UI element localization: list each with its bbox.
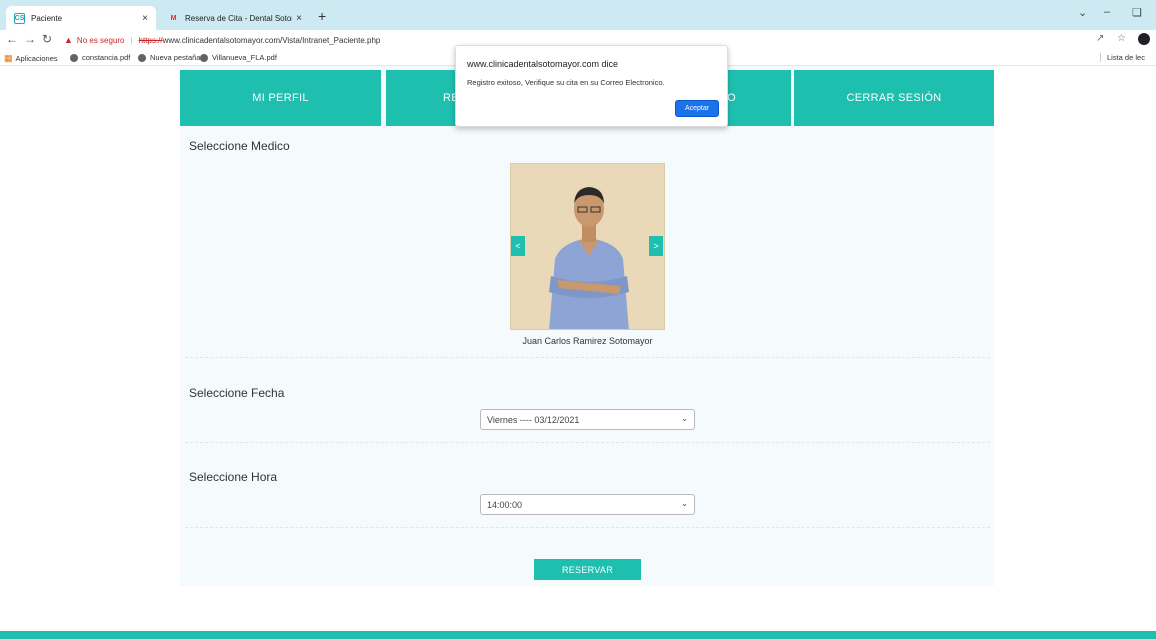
minimize-icon[interactable]: – <box>1104 6 1110 18</box>
separator: | <box>130 35 133 45</box>
security-label[interactable]: No es seguro <box>77 36 125 45</box>
back-icon[interactable]: ← <box>6 32 18 46</box>
time-select-value: 14:00:00 <box>487 499 523 510</box>
cs-favicon-icon: CS <box>14 12 25 24</box>
bookmark-label: Nueva pestaña <box>150 53 201 62</box>
bookmark-villanueva[interactable]: Villanueva_FLA.pdf <box>200 53 277 62</box>
time-select[interactable]: 14:00:00 ⌄ <box>480 494 695 515</box>
divider <box>185 357 990 358</box>
globe-icon <box>138 53 146 62</box>
date-select[interactable]: Viernes ---- 03/12/2021 ⌄ <box>480 409 695 430</box>
alert-message: Registro exitoso, Verifique su cita en s… <box>467 78 665 87</box>
date-select-value: Viernes ---- 03/12/2021 <box>487 414 580 425</box>
tab-label: Paciente <box>31 13 63 23</box>
alert-accept-button[interactable]: Aceptar <box>675 100 719 117</box>
alert-dialog: www.clinicadentalsotomayor.com dice Regi… <box>455 45 728 127</box>
carousel-next-button[interactable]: > <box>649 236 663 256</box>
alert-origin: www.clinicadentalsotomayor.com dice <box>467 59 619 69</box>
share-icon[interactable]: ↗ <box>1096 33 1104 44</box>
chevron-down-icon: ⌄ <box>681 499 688 508</box>
reload-icon[interactable]: ↻ <box>42 32 52 46</box>
close-tab-icon[interactable]: × <box>138 13 152 24</box>
bookmark-nueva-pestana[interactable]: Nueva pestaña <box>138 53 200 62</box>
section-title-medico: Seleccione Medico <box>189 139 290 153</box>
section-title-fecha: Seleccione Fecha <box>189 386 285 400</box>
reservation-container: MI PERFIL RE CO CERRAR SESIÓN Seleccione… <box>180 66 994 586</box>
globe-icon <box>70 53 78 62</box>
apps-grid-icon: ▦ <box>4 53 13 63</box>
nav-cerrar-sesion[interactable]: CERRAR SESIÓN <box>794 70 994 126</box>
divider <box>185 527 990 528</box>
reserve-button[interactable]: RESERVAR <box>534 559 641 580</box>
reading-list[interactable]: Lista de lec <box>1100 53 1145 62</box>
forward-icon[interactable]: → <box>24 32 36 46</box>
bookmark-label: Aplicaciones <box>15 54 58 63</box>
carousel-prev-button[interactable]: < <box>511 236 525 256</box>
bookmark-star-icon[interactable]: ☆ <box>1117 33 1126 44</box>
footer-bar <box>0 631 1156 639</box>
close-tab-icon[interactable]: × <box>292 13 306 24</box>
bookmark-label: Villanueva_FLA.pdf <box>212 53 277 62</box>
globe-icon <box>200 53 208 62</box>
gmail-icon: M <box>170 14 177 22</box>
nav-mi-perfil[interactable]: MI PERFIL <box>180 70 381 126</box>
page-body: MI PERFIL RE CO CERRAR SESIÓN Seleccione… <box>0 66 1156 639</box>
restore-icon[interactable]: ❏ <box>1132 6 1142 19</box>
url-scheme: https:// <box>138 35 163 45</box>
new-tab-icon[interactable]: + <box>318 8 326 24</box>
profile-avatar[interactable] <box>1138 33 1150 45</box>
section-title-hora: Seleccione Hora <box>189 470 278 484</box>
url-text: www.clinicadentalsotomayor.com/Vista/Int… <box>162 35 381 45</box>
doctor-name: Juan Carlos Ramirez Sotomayor <box>522 336 653 346</box>
tab-reserva[interactable]: M Reserva de Cita - Dental Sotoma × <box>160 6 310 30</box>
chevron-down-icon: ⌄ <box>681 414 688 423</box>
doctor-portrait-image <box>511 164 664 329</box>
bookmark-label: constancia.pdf <box>82 53 131 62</box>
bookmark-constancia[interactable]: constancia.pdf <box>70 53 130 62</box>
warning-icon: ▲ <box>64 35 73 45</box>
tab-search-icon[interactable]: ⌄ <box>1078 6 1087 19</box>
tab-paciente[interactable]: CS Paciente × <box>6 6 156 30</box>
browser-tab-strip: CS Paciente × M Reserva de Cita - Dental… <box>0 0 1156 30</box>
divider <box>185 442 990 443</box>
bookmark-apps[interactable]: ▦ Aplicaciones <box>4 53 58 64</box>
tab-label: Reserva de Cita - Dental Sotoma <box>185 13 292 23</box>
doctor-photo <box>510 163 665 330</box>
